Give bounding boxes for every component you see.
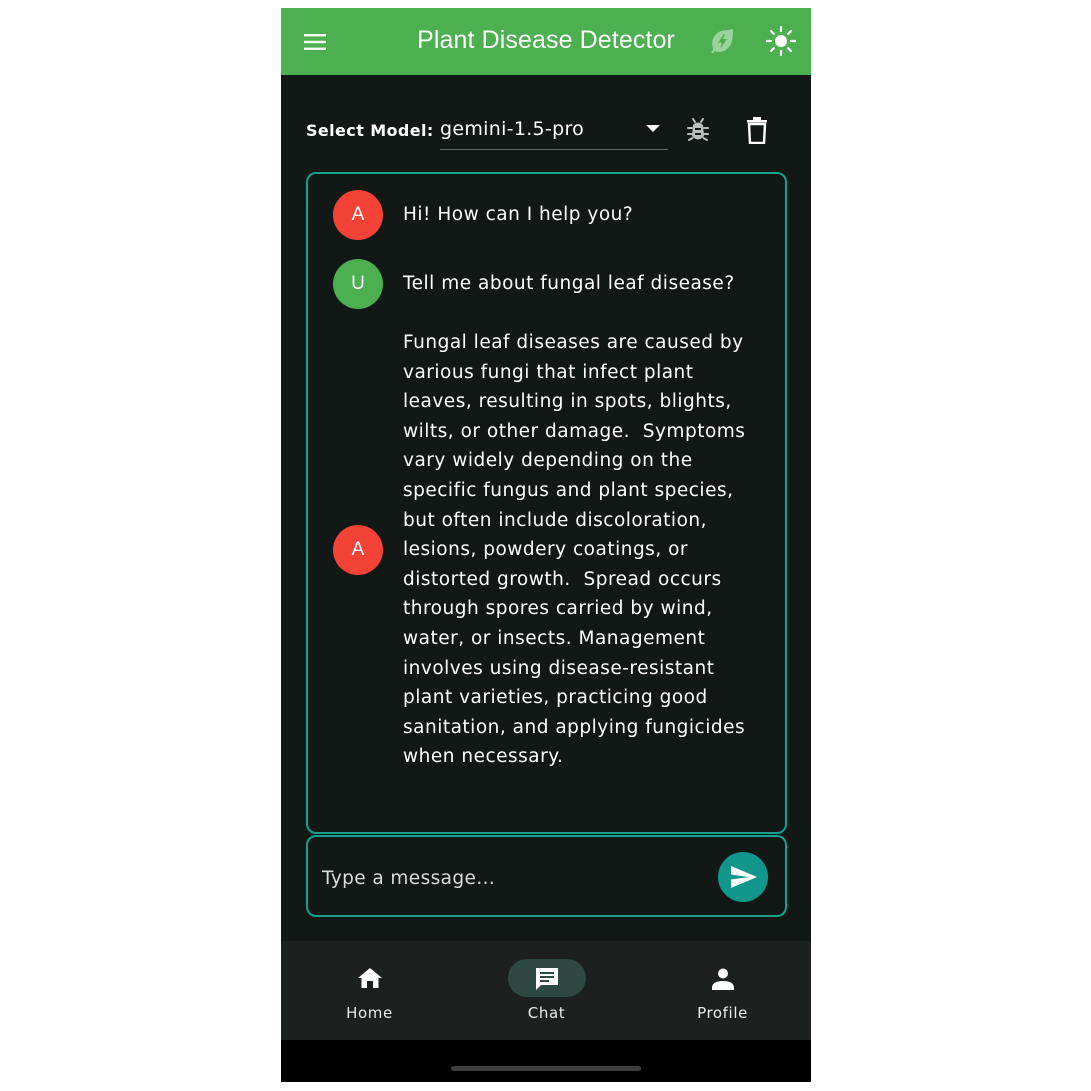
model-selector-row: Select Model: gemini-1.5-pro xyxy=(281,108,811,158)
assistant-message: Fungal leaf diseases are caused by vario… xyxy=(403,332,752,768)
chat-history[interactable]: A Hi! How can I help you? U Tell me abou… xyxy=(306,172,787,834)
message-input[interactable]: Type a message... xyxy=(322,868,495,889)
system-gesture-area xyxy=(281,1040,811,1082)
user-message: Tell me about fungal leaf disease? xyxy=(403,273,735,294)
model-label: Select Model: xyxy=(306,121,434,140)
send-icon xyxy=(731,866,757,888)
nav-label-home: Home xyxy=(346,1004,393,1022)
nav-label-chat: Chat xyxy=(527,1004,566,1022)
bug-icon[interactable] xyxy=(685,117,711,143)
assistant-message: Hi! How can I help you? xyxy=(403,204,634,225)
home-icon xyxy=(357,968,382,988)
phone-screen: Plant Disease Detector Select Model: gem… xyxy=(281,8,811,1082)
model-dropdown[interactable]: gemini-1.5-pro xyxy=(440,108,668,150)
person-icon xyxy=(711,968,734,990)
send-button[interactable] xyxy=(718,852,768,902)
bottom-navigation: Home Chat Profile xyxy=(281,941,811,1040)
trash-icon[interactable] xyxy=(745,116,769,145)
assistant-avatar: A xyxy=(333,525,383,575)
assistant-avatar: A xyxy=(333,190,383,240)
nav-item-home[interactable]: Home xyxy=(281,941,458,1040)
nav-item-profile[interactable]: Profile xyxy=(634,941,811,1040)
sun-icon[interactable] xyxy=(765,25,797,57)
eco-leaf-bolt-icon[interactable] xyxy=(707,26,737,56)
app-bar: Plant Disease Detector xyxy=(281,8,811,75)
nav-label-profile: Profile xyxy=(697,1004,748,1022)
gesture-handle[interactable] xyxy=(451,1066,641,1071)
message-composer[interactable]: Type a message... xyxy=(306,835,787,917)
model-dropdown-value: gemini-1.5-pro xyxy=(440,118,585,140)
user-avatar: U xyxy=(333,259,383,309)
nav-item-chat[interactable]: Chat xyxy=(458,941,635,1040)
chevron-down-icon xyxy=(646,125,660,132)
chat-icon xyxy=(535,968,558,990)
